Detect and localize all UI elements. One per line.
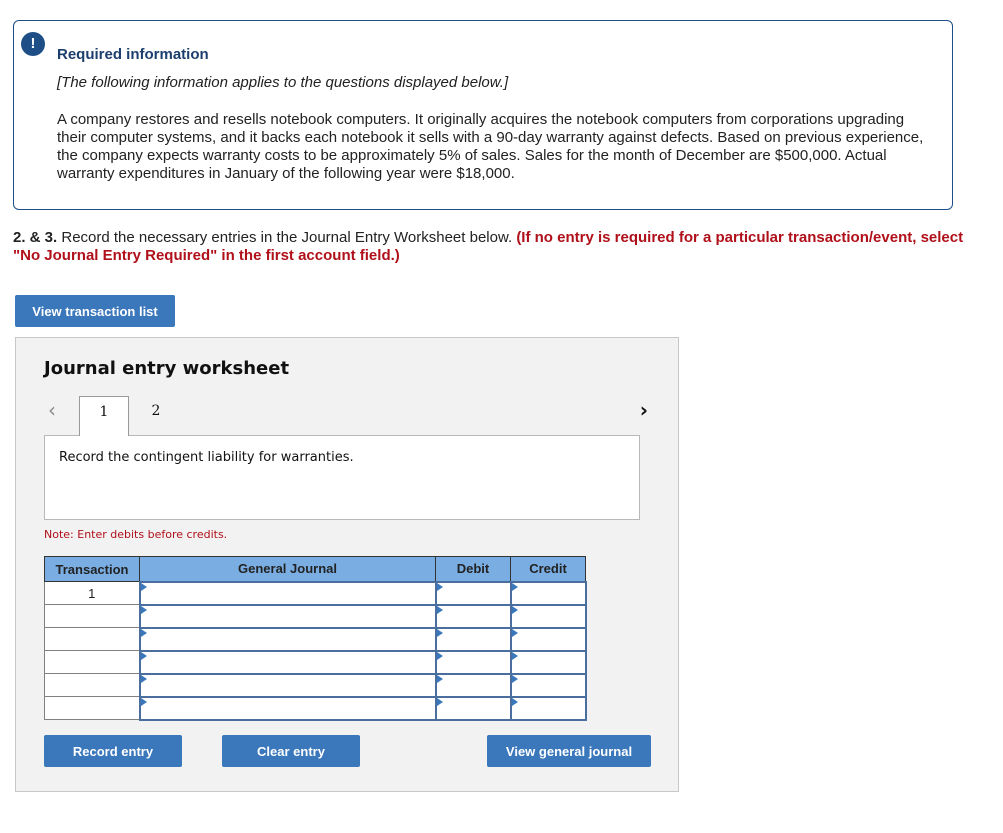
credit-field[interactable] [509, 672, 587, 698]
table-row [44, 603, 587, 629]
account-field[interactable] [138, 580, 437, 606]
transaction-number [44, 627, 140, 651]
view-general-journal-button[interactable]: View general journal [487, 735, 651, 767]
question-prompt: 2. & 3. Record the necessary entries in … [13, 229, 973, 265]
info-subtitle: [The following information applies to th… [57, 74, 509, 91]
journal-entry-worksheet: Journal entry worksheet ‹ 1 2 › Record t… [15, 337, 679, 792]
debit-field[interactable] [434, 695, 512, 721]
chevron-right-icon[interactable]: › [640, 398, 648, 422]
clear-entry-button[interactable]: Clear entry [222, 735, 360, 767]
table-row [44, 649, 587, 675]
debit-field[interactable] [434, 672, 512, 698]
header-transaction: Transaction [44, 556, 140, 582]
info-body: A company restores and resells notebook … [57, 111, 924, 182]
credit-field[interactable] [509, 580, 587, 606]
tab-2[interactable]: 2 [131, 396, 181, 436]
record-entry-button[interactable]: Record entry [44, 735, 182, 767]
credit-field[interactable] [509, 626, 587, 652]
account-field[interactable] [138, 603, 437, 629]
account-field[interactable] [138, 649, 437, 675]
required-information-box: ! Required information [The following in… [13, 20, 953, 210]
worksheet-title: Journal entry worksheet [44, 358, 290, 379]
transaction-number: 1 [44, 581, 140, 605]
debit-field[interactable] [434, 603, 512, 629]
transaction-number [44, 696, 140, 720]
credit-field[interactable] [509, 695, 587, 721]
account-field[interactable] [138, 672, 437, 698]
debit-field[interactable] [434, 649, 512, 675]
transaction-number [44, 604, 140, 628]
table-row [44, 626, 587, 652]
credit-field[interactable] [509, 603, 587, 629]
question-text: Record the necessary entries in the Jour… [57, 229, 517, 246]
table-row [44, 672, 587, 698]
entry-description-panel: Record the contingent liability for warr… [44, 435, 640, 520]
journal-header-row: Transaction General Journal Debit Credit [44, 556, 586, 582]
entry-description: Record the contingent liability for warr… [59, 450, 354, 465]
credit-field[interactable] [509, 649, 587, 675]
view-transaction-list-button[interactable]: View transaction list [15, 295, 175, 327]
journal-table: Transaction General Journal Debit Credit… [44, 556, 587, 721]
account-field[interactable] [138, 695, 437, 721]
header-debit: Debit [435, 556, 511, 582]
table-row [44, 695, 587, 721]
debit-field[interactable] [434, 626, 512, 652]
transaction-number [44, 673, 140, 697]
chevron-left-icon[interactable]: ‹ [48, 398, 56, 422]
alert-icon: ! [21, 32, 45, 56]
header-credit: Credit [510, 556, 586, 582]
transaction-number [44, 650, 140, 674]
tab-1[interactable]: 1 [79, 396, 129, 436]
info-title: Required information [57, 46, 209, 63]
question-number: 2. & 3. [13, 229, 58, 246]
table-row: 1 [44, 580, 587, 606]
debit-field[interactable] [434, 580, 512, 606]
account-field[interactable] [138, 626, 437, 652]
debit-credit-note: Note: Enter debits before credits. [44, 528, 228, 541]
header-general-journal: General Journal [139, 556, 436, 582]
